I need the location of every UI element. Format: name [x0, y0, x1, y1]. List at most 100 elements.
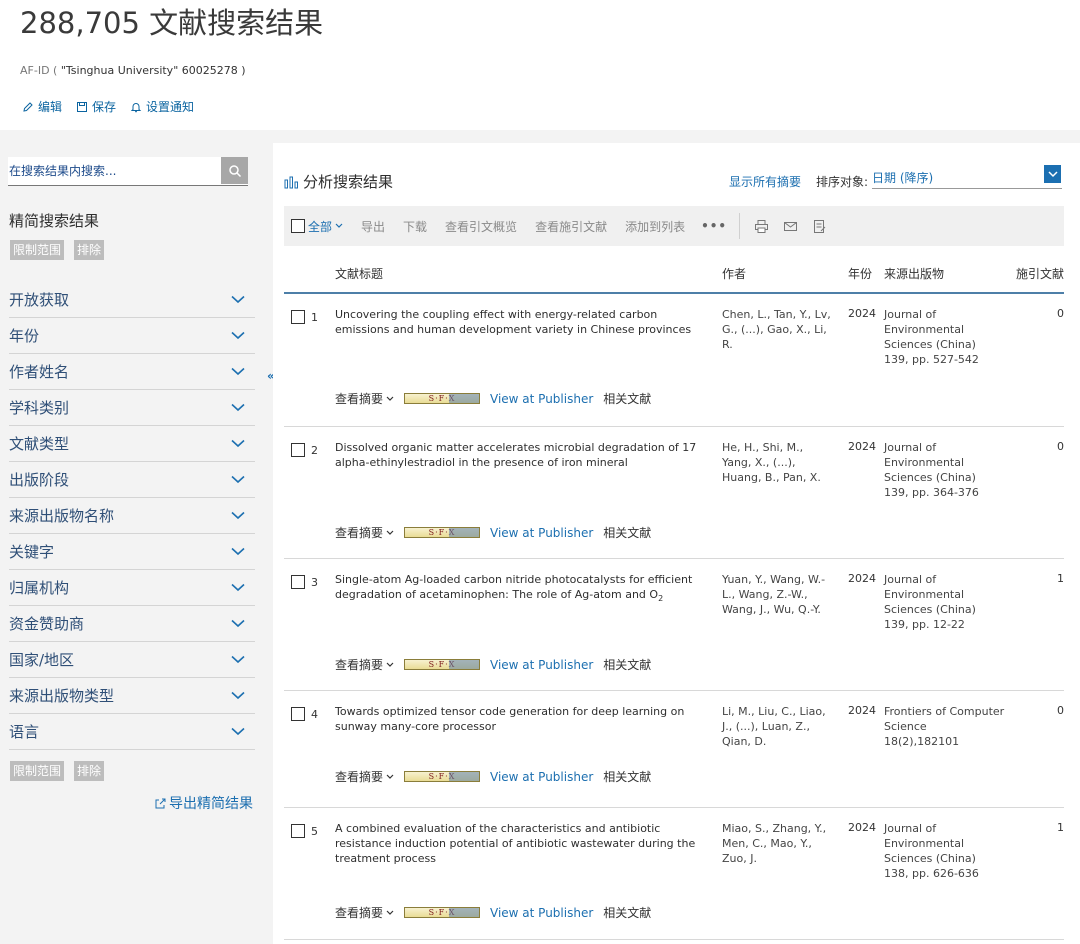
facet-item[interactable]: 来源出版物名称: [9, 498, 255, 534]
row-checkbox[interactable]: [291, 824, 305, 838]
view-at-publisher-link[interactable]: View at Publisher: [490, 392, 593, 406]
row-checkbox[interactable]: [291, 443, 305, 457]
search-within-box: [8, 157, 248, 186]
view-abstract-link[interactable]: 查看摘要: [335, 656, 394, 673]
facet-item[interactable]: 语言: [9, 714, 255, 750]
view-abstract-label: 查看摘要: [335, 526, 384, 540]
result-year: 2024: [848, 440, 876, 453]
view-at-publisher-link[interactable]: View at Publisher: [490, 770, 593, 784]
result-source[interactable]: Frontiers of Computer Science 18(2),18210…: [884, 704, 1009, 749]
limit-to-button[interactable]: 限制范围: [10, 761, 65, 781]
facet-item[interactable]: 出版阶段: [9, 462, 255, 498]
facet-item[interactable]: 文献类型: [9, 426, 255, 462]
row-checkbox[interactable]: [291, 310, 305, 324]
show-all-abstracts-link[interactable]: 显示所有摘要: [729, 173, 801, 190]
edit-search-button[interactable]: 编辑: [22, 98, 62, 115]
sfx-link-button[interactable]: S·F·X: [404, 393, 481, 404]
sort-select[interactable]: 日期 (降序): [872, 165, 1062, 189]
facet-label: 语言: [9, 723, 40, 741]
result-cited-count[interactable]: 1: [1057, 821, 1064, 834]
facet-item[interactable]: 资金赞助商: [9, 606, 255, 642]
select-all-dropdown[interactable]: 全部: [308, 218, 343, 235]
source-detail: 139, pp. 527-542: [884, 353, 979, 366]
result-links: 查看摘要 S·F·X View at Publisher 相关文献: [335, 656, 651, 673]
result-authors[interactable]: He, H., Shi, M., Yang, X., (...), Huang,…: [722, 440, 834, 485]
search-within-input[interactable]: [8, 157, 222, 185]
related-documents-link[interactable]: 相关文献: [603, 390, 651, 407]
download-button[interactable]: 下载: [403, 218, 427, 235]
sfx-link-button[interactable]: S·F·X: [404, 907, 481, 918]
result-title[interactable]: Dissolved organic matter accelerates mic…: [335, 440, 700, 470]
result-cited-count[interactable]: 0: [1057, 307, 1064, 320]
result-authors[interactable]: Miao, S., Zhang, Y., Men, C., Mao, Y., Z…: [722, 821, 834, 866]
analyze-results-link[interactable]: 分析搜索结果: [284, 171, 393, 192]
chevron-down-icon: [231, 439, 245, 448]
result-authors[interactable]: Li, M., Liu, C., Liao, J., (...), Luan, …: [722, 704, 834, 749]
facet-label: 作者姓名: [9, 363, 70, 381]
sfx-link-button[interactable]: S·F·X: [404, 771, 481, 782]
related-documents-link[interactable]: 相关文献: [603, 524, 651, 541]
sfx-link-button[interactable]: S·F·X: [404, 527, 481, 538]
result-title[interactable]: Uncovering the coupling effect with ener…: [335, 307, 700, 337]
facet-item[interactable]: 学科类别: [9, 390, 255, 426]
view-abstract-link[interactable]: 查看摘要: [335, 904, 394, 921]
facet-item[interactable]: 关键字: [9, 534, 255, 570]
more-options-button[interactable]: •••: [701, 219, 727, 233]
search-within-button[interactable]: [221, 157, 248, 184]
add-to-list-button[interactable]: 添加到列表: [625, 218, 685, 235]
view-abstract-label: 查看摘要: [335, 392, 384, 406]
facet-list: 开放获取 年份作者姓名学科类别 文献类型 出版阶段 来源出版物名称 关键字 归属机构 资金赞助…: [9, 282, 255, 750]
export-button[interactable]: 导出: [361, 218, 385, 235]
query-string: AF-ID ( "Tsinghua University" 60025278 ): [20, 64, 246, 77]
view-abstract-link[interactable]: 查看摘要: [335, 768, 394, 785]
sfx-link-button[interactable]: S·F·X: [404, 659, 481, 670]
result-cited-count[interactable]: 1: [1057, 572, 1064, 585]
facet-item[interactable]: 作者姓名: [9, 354, 255, 390]
column-header-cited-by[interactable]: 施引文献: [1016, 265, 1064, 282]
view-abstract-link[interactable]: 查看摘要: [335, 390, 394, 407]
view-at-publisher-link[interactable]: View at Publisher: [490, 526, 593, 540]
sort-label: 排序对象:: [816, 175, 869, 189]
related-documents-link[interactable]: 相关文献: [603, 656, 651, 673]
email-icon[interactable]: [783, 219, 798, 234]
result-cited-count[interactable]: 0: [1057, 704, 1064, 717]
related-documents-link[interactable]: 相关文献: [603, 904, 651, 921]
view-at-publisher-link[interactable]: View at Publisher: [490, 906, 593, 920]
limit-to-button[interactable]: 限制范围: [10, 240, 65, 260]
print-icon[interactable]: [754, 219, 769, 234]
result-cited-count[interactable]: 0: [1057, 440, 1064, 453]
save-search-button[interactable]: 保存: [76, 98, 116, 115]
result-title[interactable]: Towards optimized tensor code generation…: [335, 704, 700, 734]
bibliography-icon[interactable]: [812, 219, 827, 234]
citation-overview-button[interactable]: 查看引文概览: [445, 218, 517, 235]
result-source[interactable]: Journal of Environmental Sciences (China…: [884, 440, 1009, 500]
column-header-year[interactable]: 年份: [848, 265, 872, 282]
result-source[interactable]: Journal of Environmental Sciences (China…: [884, 821, 1009, 881]
result-authors[interactable]: Chen, L., Tan, Y., Lv, G., (...), Gao, X…: [722, 307, 834, 352]
result-title[interactable]: Single-atom Ag-loaded carbon nitride pho…: [335, 572, 700, 606]
exclude-button[interactable]: 排除: [74, 240, 105, 260]
result-title[interactable]: A combined evaluation of the characteris…: [335, 821, 700, 866]
view-at-publisher-link[interactable]: View at Publisher: [490, 658, 593, 672]
view-abstract-link[interactable]: 查看摘要: [335, 524, 394, 541]
column-header-source[interactable]: 来源出版物: [884, 265, 944, 282]
view-cited-by-button[interactable]: 查看施引文献: [535, 218, 607, 235]
facet-item[interactable]: 国家/地区: [9, 642, 255, 678]
column-header-authors[interactable]: 作者: [722, 265, 746, 282]
facet-item[interactable]: 开放获取: [9, 282, 255, 318]
facet-item[interactable]: 归属机构: [9, 570, 255, 606]
facet-item[interactable]: 来源出版物类型: [9, 678, 255, 714]
result-authors[interactable]: Yuan, Y., Wang, W.-L., Wang, Z.-W., Wang…: [722, 572, 834, 617]
row-checkbox[interactable]: [291, 575, 305, 589]
result-source[interactable]: Journal of Environmental Sciences (China…: [884, 572, 1009, 632]
set-alert-button[interactable]: 设置通知: [130, 98, 194, 115]
select-all-checkbox[interactable]: [291, 219, 305, 233]
result-links: 查看摘要 S·F·X View at Publisher 相关文献: [335, 904, 651, 921]
result-source[interactable]: Journal of Environmental Sciences (China…: [884, 307, 1009, 367]
exclude-button[interactable]: 排除: [74, 761, 105, 781]
facet-item[interactable]: 年份: [9, 318, 255, 354]
related-documents-link[interactable]: 相关文献: [603, 768, 651, 785]
export-refine-link[interactable]: 导出精简结果: [154, 793, 253, 813]
column-header-title[interactable]: 文献标题: [335, 265, 383, 282]
row-checkbox[interactable]: [291, 707, 305, 721]
